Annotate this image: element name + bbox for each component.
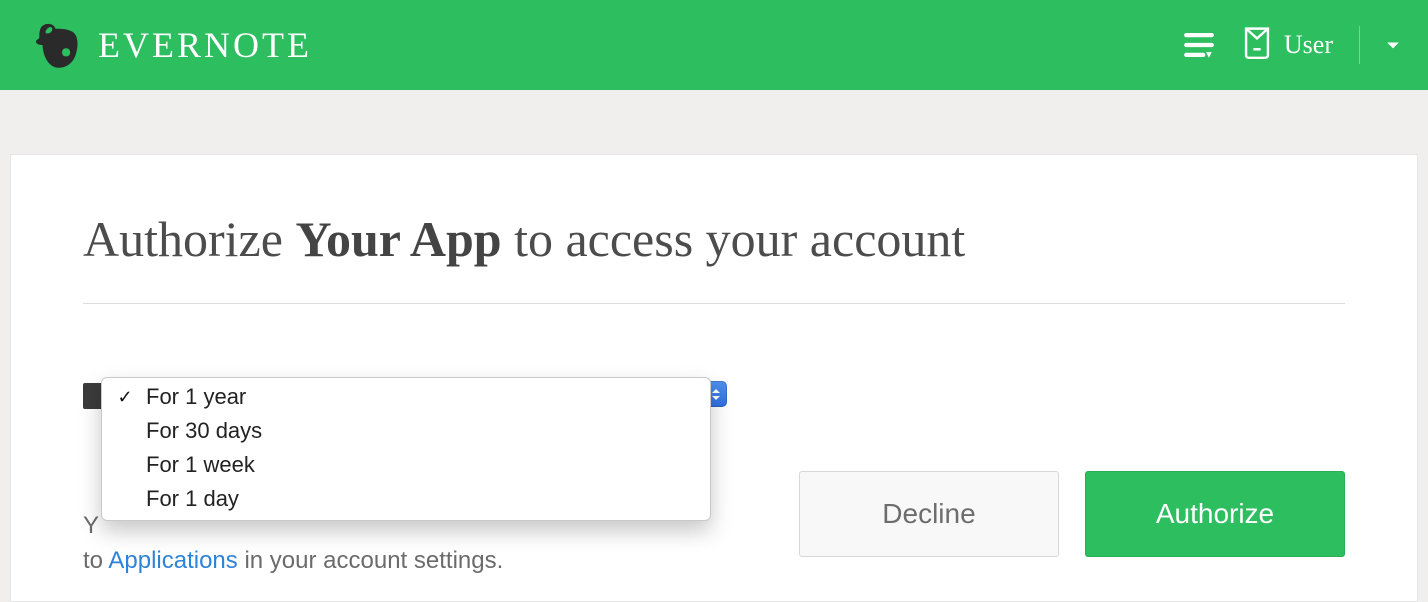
- brand-wordmark: EVERNOTE: [98, 24, 312, 66]
- check-icon: ✓: [116, 387, 134, 408]
- header-right: User: [1182, 25, 1400, 66]
- dropdown-option[interactable]: ✓ For 1 year: [102, 380, 710, 414]
- dropdown-option-label: For 1 day: [146, 486, 239, 512]
- user-menu-button[interactable]: User: [1242, 25, 1333, 66]
- page-stage: Authorize Your App to access your accoun…: [0, 90, 1428, 602]
- applications-link[interactable]: Applications: [108, 547, 237, 574]
- list-icon[interactable]: [1182, 28, 1216, 62]
- title-app-name: Your App: [295, 211, 501, 267]
- user-menu-caret[interactable]: [1386, 38, 1400, 52]
- dropdown-option[interactable]: For 1 week: [102, 448, 710, 482]
- auth-card: Authorize Your App to access your accoun…: [10, 154, 1418, 602]
- notebook-icon: [1242, 25, 1272, 66]
- dropdown-option[interactable]: For 30 days: [102, 414, 710, 448]
- decline-button[interactable]: Decline: [799, 471, 1059, 557]
- action-buttons: Decline Authorize: [799, 471, 1345, 557]
- brand[interactable]: EVERNOTE: [32, 17, 312, 73]
- dropdown-option-label: For 30 days: [146, 418, 262, 444]
- user-label: User: [1284, 30, 1333, 60]
- revoke-line2-suffix: in your account settings.: [238, 547, 503, 574]
- title-prefix: Authorize: [83, 211, 283, 267]
- title-suffix: to access your account: [514, 211, 965, 267]
- dropdown-option[interactable]: For 1 day: [102, 482, 710, 516]
- duration-dropdown: ✓ For 1 year For 30 days For 1 week For …: [101, 377, 711, 521]
- revoke-line2-prefix: to: [83, 547, 108, 574]
- page-title: Authorize Your App to access your accoun…: [83, 211, 1345, 269]
- authorize-button[interactable]: Authorize: [1085, 471, 1345, 557]
- revoke-line1-fragment: Y: [83, 512, 99, 539]
- app-header: EVERNOTE User: [0, 0, 1428, 90]
- header-divider: [1359, 26, 1360, 64]
- dropdown-option-label: For 1 year: [146, 384, 246, 410]
- elephant-logo-icon: [32, 17, 84, 73]
- dropdown-option-label: For 1 week: [146, 452, 255, 478]
- title-rule: [83, 303, 1345, 304]
